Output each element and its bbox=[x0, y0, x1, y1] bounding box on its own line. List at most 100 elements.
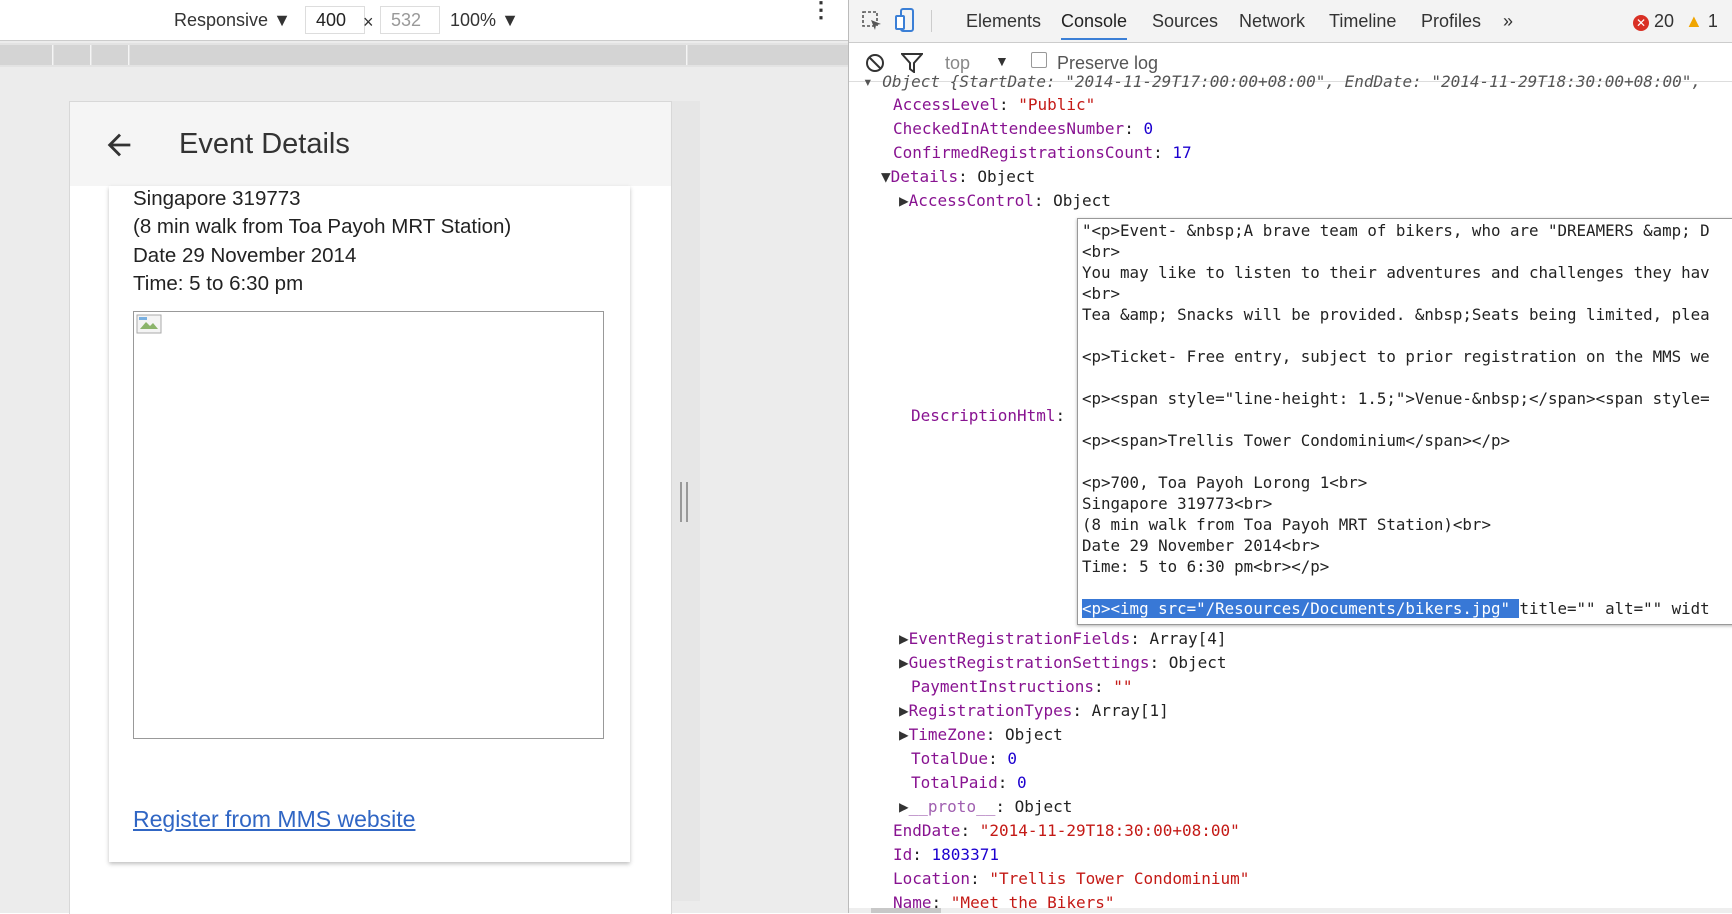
code-line: Tea &amp; Snacks will be provided. &nbsp… bbox=[1082, 305, 1710, 324]
property-key: __proto__ bbox=[908, 797, 996, 816]
code-line: You may like to listen to their adventur… bbox=[1082, 263, 1710, 282]
register-link[interactable]: Register from MMS website bbox=[133, 806, 415, 833]
property-key: ConfirmedRegistrationsCount bbox=[893, 143, 1154, 162]
expandable-row[interactable]: ▶AccessControl: Object bbox=[899, 191, 1111, 210]
ruler-segment[interactable] bbox=[688, 45, 849, 65]
property-value: "2014-11-29T18:30:00+08:00" bbox=[979, 821, 1240, 840]
ruler-segment[interactable] bbox=[92, 45, 129, 65]
code-line: <p>Ticket- Free entry, subject to prior … bbox=[1082, 347, 1710, 366]
property-key: CheckedInAttendeesNumber bbox=[893, 119, 1125, 138]
device-viewport: Event Details Singapore 319773 (8 min wa… bbox=[69, 101, 672, 914]
code-line: Singapore 319773<br> bbox=[1082, 494, 1273, 513]
expandable-row[interactable]: ▶__proto__: Object bbox=[899, 797, 1072, 816]
device-toggle-icon[interactable] bbox=[895, 8, 917, 34]
console-output: ▾ Object {StartDate: "2014-11-29T17:00:0… bbox=[849, 72, 1732, 913]
code-line-rest: title="" alt="" widt bbox=[1519, 599, 1710, 618]
date-line: Date 29 November 2014 bbox=[133, 244, 357, 267]
property-key: DescriptionHtml bbox=[911, 406, 1056, 425]
ruler-segment[interactable] bbox=[0, 45, 53, 65]
devtools-panel: Elements Console Sources Network Timelin… bbox=[849, 0, 1732, 913]
property-row: DescriptionHtml: bbox=[911, 406, 1066, 425]
context-label: top bbox=[945, 53, 971, 73]
broken-image-icon bbox=[136, 314, 162, 334]
property-key: AccessControl bbox=[908, 191, 1034, 210]
app-bar: Event Details bbox=[70, 102, 671, 186]
property-row: Location: "Trellis Tower Condominium" bbox=[893, 869, 1250, 888]
error-count[interactable]: ✕ 20 bbox=[1633, 11, 1674, 32]
property-row: Id: 1803371 bbox=[893, 845, 999, 864]
page-title: Event Details bbox=[179, 128, 350, 160]
device-mode-label: Responsive bbox=[174, 10, 269, 30]
expandable-row[interactable]: ▶EventRegistrationFields: Array[4] bbox=[899, 629, 1227, 648]
code-line: "<p>Event- &nbsp;A brave team of bikers,… bbox=[1082, 221, 1710, 240]
scrollbar-thumb[interactable] bbox=[871, 908, 941, 913]
property-row: EndDate: "2014-11-29T18:30:00+08:00" bbox=[893, 821, 1240, 840]
property-key: TimeZone bbox=[908, 725, 986, 744]
width-input[interactable]: 400 bbox=[305, 6, 365, 34]
chevron-down-icon[interactable]: ▼ bbox=[995, 53, 1009, 69]
filter-icon[interactable] bbox=[901, 53, 923, 73]
property-value: Array[4] bbox=[1149, 629, 1227, 648]
inspect-element-icon[interactable] bbox=[861, 10, 883, 32]
property-value: 1803371 bbox=[931, 845, 999, 864]
description-html-editor[interactable]: "<p>Event- &nbsp;A brave team of bikers,… bbox=[1077, 218, 1732, 625]
device-mode-select[interactable]: Responsive ▼ bbox=[174, 10, 291, 31]
height-input[interactable]: 532 bbox=[380, 6, 440, 34]
collapse-triangle-icon: ▶ bbox=[899, 797, 909, 816]
property-key: Details bbox=[890, 167, 959, 186]
ruler-segment[interactable] bbox=[130, 45, 687, 65]
error-count-label: 20 bbox=[1654, 11, 1675, 31]
clear-console-icon[interactable] bbox=[865, 53, 885, 73]
property-value: Object bbox=[1168, 653, 1227, 672]
horizontal-scrollbar[interactable] bbox=[849, 908, 1732, 913]
code-line: <p>700, Toa Payoh Lorong 1<br> bbox=[1082, 473, 1368, 492]
back-arrow-icon[interactable] bbox=[102, 128, 136, 162]
more-options-icon[interactable]: ⋮ bbox=[810, 0, 832, 21]
event-image bbox=[133, 311, 604, 739]
expandable-row[interactable]: ▶GuestRegistrationSettings: Object bbox=[899, 653, 1227, 672]
property-value: Object bbox=[1053, 191, 1111, 210]
property-row: ConfirmedRegistrationsCount: 17 bbox=[893, 143, 1192, 162]
property-row: TotalPaid: 0 bbox=[911, 773, 1027, 792]
expandable-row[interactable]: ▼Details: Object bbox=[881, 167, 1035, 186]
code-line: <br> bbox=[1082, 284, 1121, 303]
expandable-row[interactable]: ▶RegistrationTypes: Array[1] bbox=[899, 701, 1169, 720]
property-key: EndDate bbox=[893, 821, 961, 840]
expand-triangle-icon: ▾ bbox=[863, 72, 883, 91]
tab-timeline[interactable]: Timeline bbox=[1329, 11, 1396, 32]
property-value: Object bbox=[977, 167, 1036, 186]
warning-count[interactable]: ▲ 1 bbox=[1685, 11, 1718, 32]
property-key: AccessLevel bbox=[893, 95, 999, 114]
property-key: TotalDue bbox=[911, 749, 989, 768]
property-value: "Public" bbox=[1018, 95, 1096, 114]
chevron-down-icon: ▼ bbox=[501, 10, 519, 30]
property-key: RegistrationTypes bbox=[908, 701, 1073, 720]
property-value: Object bbox=[1014, 797, 1073, 816]
chevron-down-icon: ▼ bbox=[273, 10, 291, 30]
property-value: "" bbox=[1113, 677, 1133, 696]
more-tabs-icon[interactable]: » bbox=[1503, 11, 1513, 32]
walk-info-line: (8 min walk from Toa Payoh MRT Station) bbox=[133, 215, 512, 238]
preserve-log-checkbox[interactable] bbox=[1031, 52, 1047, 68]
property-value: "Trellis Tower Condominium" bbox=[989, 869, 1250, 888]
property-key: Id bbox=[893, 845, 913, 864]
zoom-select[interactable]: 100% ▼ bbox=[450, 10, 519, 31]
tab-network[interactable]: Network bbox=[1239, 11, 1305, 32]
tab-sources[interactable]: Sources bbox=[1152, 11, 1218, 32]
resize-handle[interactable] bbox=[680, 482, 688, 522]
tab-elements[interactable]: Elements bbox=[966, 11, 1041, 32]
property-value: 0 bbox=[1143, 119, 1154, 138]
dimension-separator: × bbox=[363, 12, 374, 32]
property-key: GuestRegistrationSettings bbox=[908, 653, 1150, 672]
context-select[interactable]: top bbox=[945, 53, 970, 74]
property-key: Location bbox=[893, 869, 971, 888]
tab-console[interactable]: Console bbox=[1061, 11, 1128, 40]
expandable-row[interactable]: ▶TimeZone: Object bbox=[899, 725, 1063, 744]
tab-profiles[interactable]: Profiles bbox=[1421, 11, 1481, 32]
collapse-triangle-icon: ▶ bbox=[899, 725, 909, 744]
object-summary-line[interactable]: ▾ Object {StartDate: "2014-11-29T17:00:0… bbox=[863, 72, 1701, 91]
expand-triangle-icon: ▼ bbox=[881, 167, 891, 186]
ruler-segment[interactable] bbox=[54, 45, 91, 65]
property-row: AccessLevel: "Public" bbox=[893, 95, 1096, 114]
collapse-triangle-icon: ▶ bbox=[899, 701, 909, 720]
